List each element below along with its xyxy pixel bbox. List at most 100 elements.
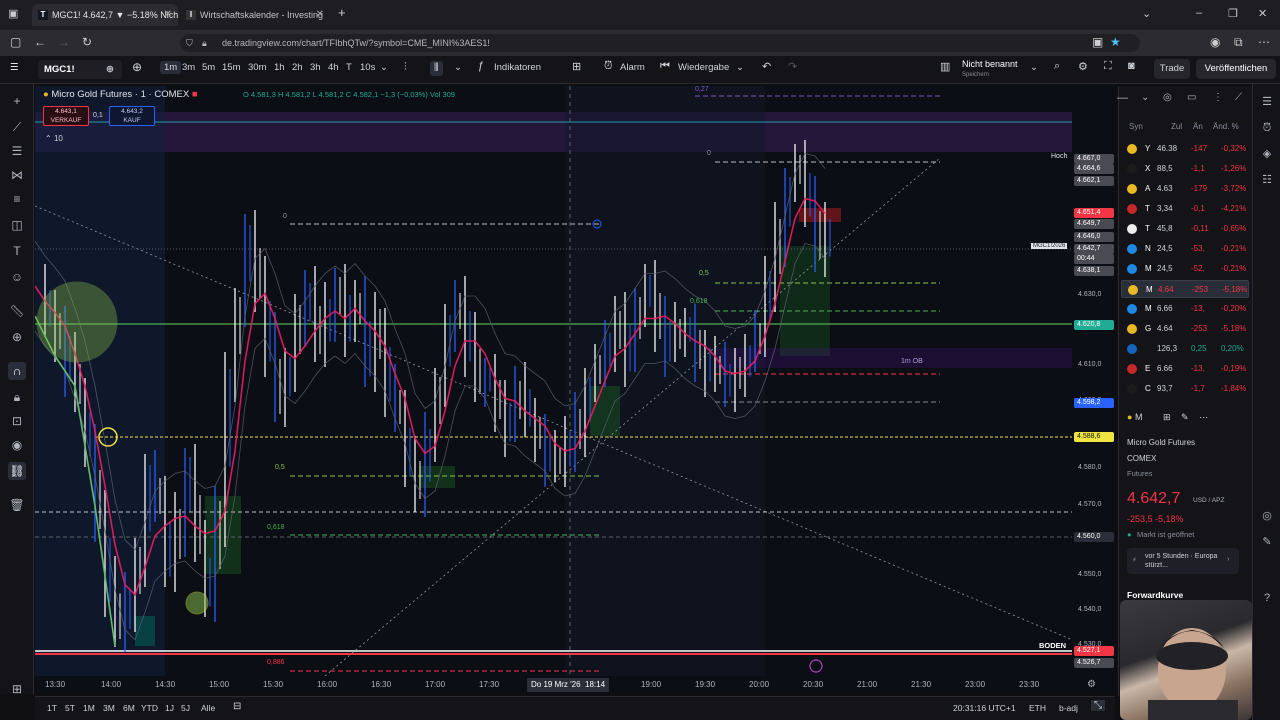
lock-drawings-icon[interactable]: 🔒︎ bbox=[8, 388, 26, 406]
object-tree-icon[interactable]: ⊞ bbox=[8, 680, 26, 698]
forecast-tool-icon[interactable]: ≡ bbox=[8, 190, 26, 208]
more-icon[interactable]: ⋯ bbox=[1199, 412, 1208, 422]
more-menu-icon[interactable]: ⋯ bbox=[1258, 35, 1270, 49]
profile-icon[interactable]: ◉ bbox=[1210, 35, 1220, 49]
watchlist-row[interactable]: Y 46.38 -147 -0,32% bbox=[1121, 140, 1249, 158]
horizontal-line-icon[interactable]: — bbox=[1117, 92, 1128, 104]
adjustment-toggle[interactable]: b-adj bbox=[1059, 703, 1078, 713]
watchlist-row[interactable]: M 24,5 -52, -0,21% bbox=[1121, 260, 1249, 278]
quick-search-icon[interactable]: ⌕ bbox=[1054, 60, 1060, 73]
column-header-change-pct[interactable]: Änd. % bbox=[1213, 122, 1239, 131]
range-1t[interactable]: 1T bbox=[47, 703, 57, 713]
sell-button[interactable]: 4.643,1 VERKAUF bbox=[43, 106, 89, 126]
timeframe-t[interactable]: T bbox=[346, 62, 352, 73]
range-5t[interactable]: 5T bbox=[65, 703, 75, 713]
watchlist-row[interactable]: A 4.63 -179 -3,72% bbox=[1121, 180, 1249, 198]
emoji-tool-icon[interactable]: ☺ bbox=[8, 268, 26, 286]
clock[interactable]: 20:31:16 UTC+1 bbox=[953, 703, 1016, 713]
forward-icon[interactable]: → bbox=[58, 35, 70, 49]
chevron-down-icon[interactable]: ⌄ bbox=[1141, 92, 1149, 103]
fib-tool-icon[interactable]: ☰ bbox=[8, 142, 26, 160]
trash-icon[interactable]: 🗑︎ bbox=[8, 496, 26, 514]
range-1m[interactable]: 1M bbox=[83, 703, 95, 713]
close-tab-icon[interactable]: ✕ bbox=[164, 4, 172, 26]
price-scale[interactable]: 4.630,04.610,04.600,04.580,04.570,04.550… bbox=[1072, 86, 1116, 676]
column-header-change[interactable]: Än bbox=[1193, 122, 1203, 131]
watchlist-row[interactable]: M 4.64 -253 -5,18% bbox=[1121, 280, 1249, 298]
watchlist-row[interactable]: E 6.66 -13, -0,19% bbox=[1121, 360, 1249, 378]
hide-drawings-icon[interactable]: ◉ bbox=[8, 436, 26, 454]
close-tab-icon[interactable]: ✕ bbox=[316, 4, 324, 26]
timeframe-15m[interactable]: 15m bbox=[222, 62, 240, 73]
timeframe-2h[interactable]: 2h bbox=[292, 62, 303, 73]
range-1j[interactable]: 1J bbox=[165, 703, 174, 713]
range-6m[interactable]: 6M bbox=[123, 703, 135, 713]
watchlist-row[interactable]: X 88,5 -1,1 -1,26% bbox=[1121, 160, 1249, 178]
timeframe-3m[interactable]: 3m bbox=[182, 62, 195, 73]
tab-search-chevron-icon[interactable]: ⌄ bbox=[1142, 7, 1151, 20]
tab-investing[interactable]: I Wirtschaftskalender - Investing ✕ bbox=[180, 4, 330, 26]
crosshair-icon[interactable]: + bbox=[8, 92, 26, 110]
ideas-icon[interactable]: ✎ bbox=[1259, 534, 1275, 550]
lock-icon[interactable]: 🔒︎ bbox=[202, 34, 207, 52]
replay-chevron-icon[interactable]: ⌄ bbox=[736, 62, 744, 73]
candles-icon[interactable]: ⫴ bbox=[430, 61, 443, 76]
detail-name[interactable]: Micro Gold Futures bbox=[1127, 438, 1195, 447]
timeframe-1h[interactable]: 1h bbox=[274, 62, 285, 73]
symbol-compare-icon[interactable]: ⊕ bbox=[106, 60, 114, 79]
notifications-icon[interactable]: ☷ bbox=[1259, 172, 1275, 188]
settings-gear-icon[interactable]: ⚙︎ bbox=[1078, 60, 1088, 73]
expand-panel-icon[interactable]: ⤡ bbox=[1091, 700, 1105, 711]
range-all[interactable]: Alle bbox=[201, 703, 215, 713]
symbol-search-input[interactable]: MGC1! ⊕ bbox=[38, 60, 122, 79]
column-header-symbol[interactable]: Syn bbox=[1129, 122, 1143, 131]
date-range-icon[interactable]: ⊟ bbox=[233, 701, 241, 712]
watchlist-row[interactable]: T 45,8 -0,11 -0,65% bbox=[1121, 220, 1249, 238]
watchlist-row[interactable]: T 3,34 -0,1 -4,21% bbox=[1121, 200, 1249, 218]
layout-chevron-icon[interactable]: ⌄ bbox=[1030, 62, 1038, 73]
bar-style-icon[interactable]: ⫶ bbox=[404, 61, 407, 74]
link-icon[interactable]: ⛓︎ bbox=[8, 462, 26, 480]
time-axis[interactable]: Do 19 Mrz '26 18:14 ⚙︎ 13:30 14:00 14:30 15… bbox=[35, 676, 1115, 694]
layout-grid-icon[interactable]: ▥ bbox=[940, 60, 950, 73]
bookmark-star-icon[interactable]: ★ bbox=[1110, 35, 1121, 49]
sidebar-icon[interactable]: ▢ bbox=[10, 35, 21, 49]
alarm-button[interactable]: Alarm bbox=[620, 62, 645, 73]
layers-icon[interactable]: ◈ bbox=[1259, 146, 1275, 162]
timeframe-chevron-icon[interactable]: ⌄ bbox=[380, 62, 388, 73]
chart-type-chevron-icon[interactable]: ⌄ bbox=[454, 62, 462, 73]
redo-icon[interactable]: ↷ bbox=[788, 60, 797, 73]
site-info-icon[interactable]: ⛉ bbox=[186, 34, 193, 52]
screenshot-icon[interactable]: ▣ bbox=[1092, 35, 1103, 49]
target-icon[interactable]: ◎ bbox=[1259, 508, 1275, 524]
new-tab-icon[interactable]: + bbox=[338, 5, 346, 20]
watchlist-row[interactable]: M 6.66 -13, -0,20% bbox=[1121, 300, 1249, 318]
replay-button[interactable]: Wiedergabe bbox=[678, 62, 729, 73]
rectangle-tool-icon[interactable]: ▭ bbox=[1187, 92, 1196, 103]
chart-pane[interactable]: ● Micro Gold Futures · 1 · COMEX ■ O 4.5… bbox=[35, 86, 1115, 694]
close-window-icon[interactable]: ✕ bbox=[1258, 7, 1267, 20]
tradingview-menu-icon[interactable]: ☰ bbox=[10, 62, 19, 73]
trend-line-icon[interactable]: ⟋ bbox=[8, 118, 26, 136]
alerts-icon[interactable]: ⏰︎ bbox=[1259, 120, 1275, 136]
tab-tradingview[interactable]: T MGC1! 4.642,7 ▼ −5.18% Nicht ✕ bbox=[32, 4, 178, 26]
quantity-stepper[interactable]: ⌃ 10 bbox=[45, 134, 63, 143]
lock-icon[interactable]: ⊡ bbox=[8, 412, 26, 430]
extensions-icon[interactable]: ⧉ bbox=[1234, 35, 1243, 50]
timeframe-5m[interactable]: 5m bbox=[202, 62, 215, 73]
layouts-icon[interactable]: ⊞ bbox=[572, 60, 581, 73]
restore-icon[interactable]: ❐ bbox=[1228, 7, 1238, 20]
alarm-icon[interactable]: ⏰︎ bbox=[604, 60, 613, 73]
timeframe-1m[interactable]: 1m bbox=[160, 61, 182, 74]
text-tool-icon[interactable]: T bbox=[8, 242, 26, 260]
watchlist-row[interactable]: G 4.64 -253 -5,18% bbox=[1121, 320, 1249, 338]
session-toggle[interactable]: ETH bbox=[1029, 703, 1046, 713]
pattern-tool-icon[interactable]: ⋈ bbox=[8, 166, 26, 184]
watchlist-row[interactable]: N 24,5 -53, -0,21% bbox=[1121, 240, 1249, 258]
column-header-last[interactable]: Zul bbox=[1171, 122, 1182, 131]
range-3m[interactable]: 3M bbox=[103, 703, 115, 713]
path-tool-icon[interactable]: ⟋ bbox=[1235, 92, 1242, 103]
axis-settings-icon[interactable]: ⚙︎ bbox=[1087, 679, 1096, 690]
layout-name-button[interactable]: Nicht benannt Speichern bbox=[962, 59, 1018, 81]
browser-menu-icon[interactable]: ▣ bbox=[8, 7, 18, 20]
